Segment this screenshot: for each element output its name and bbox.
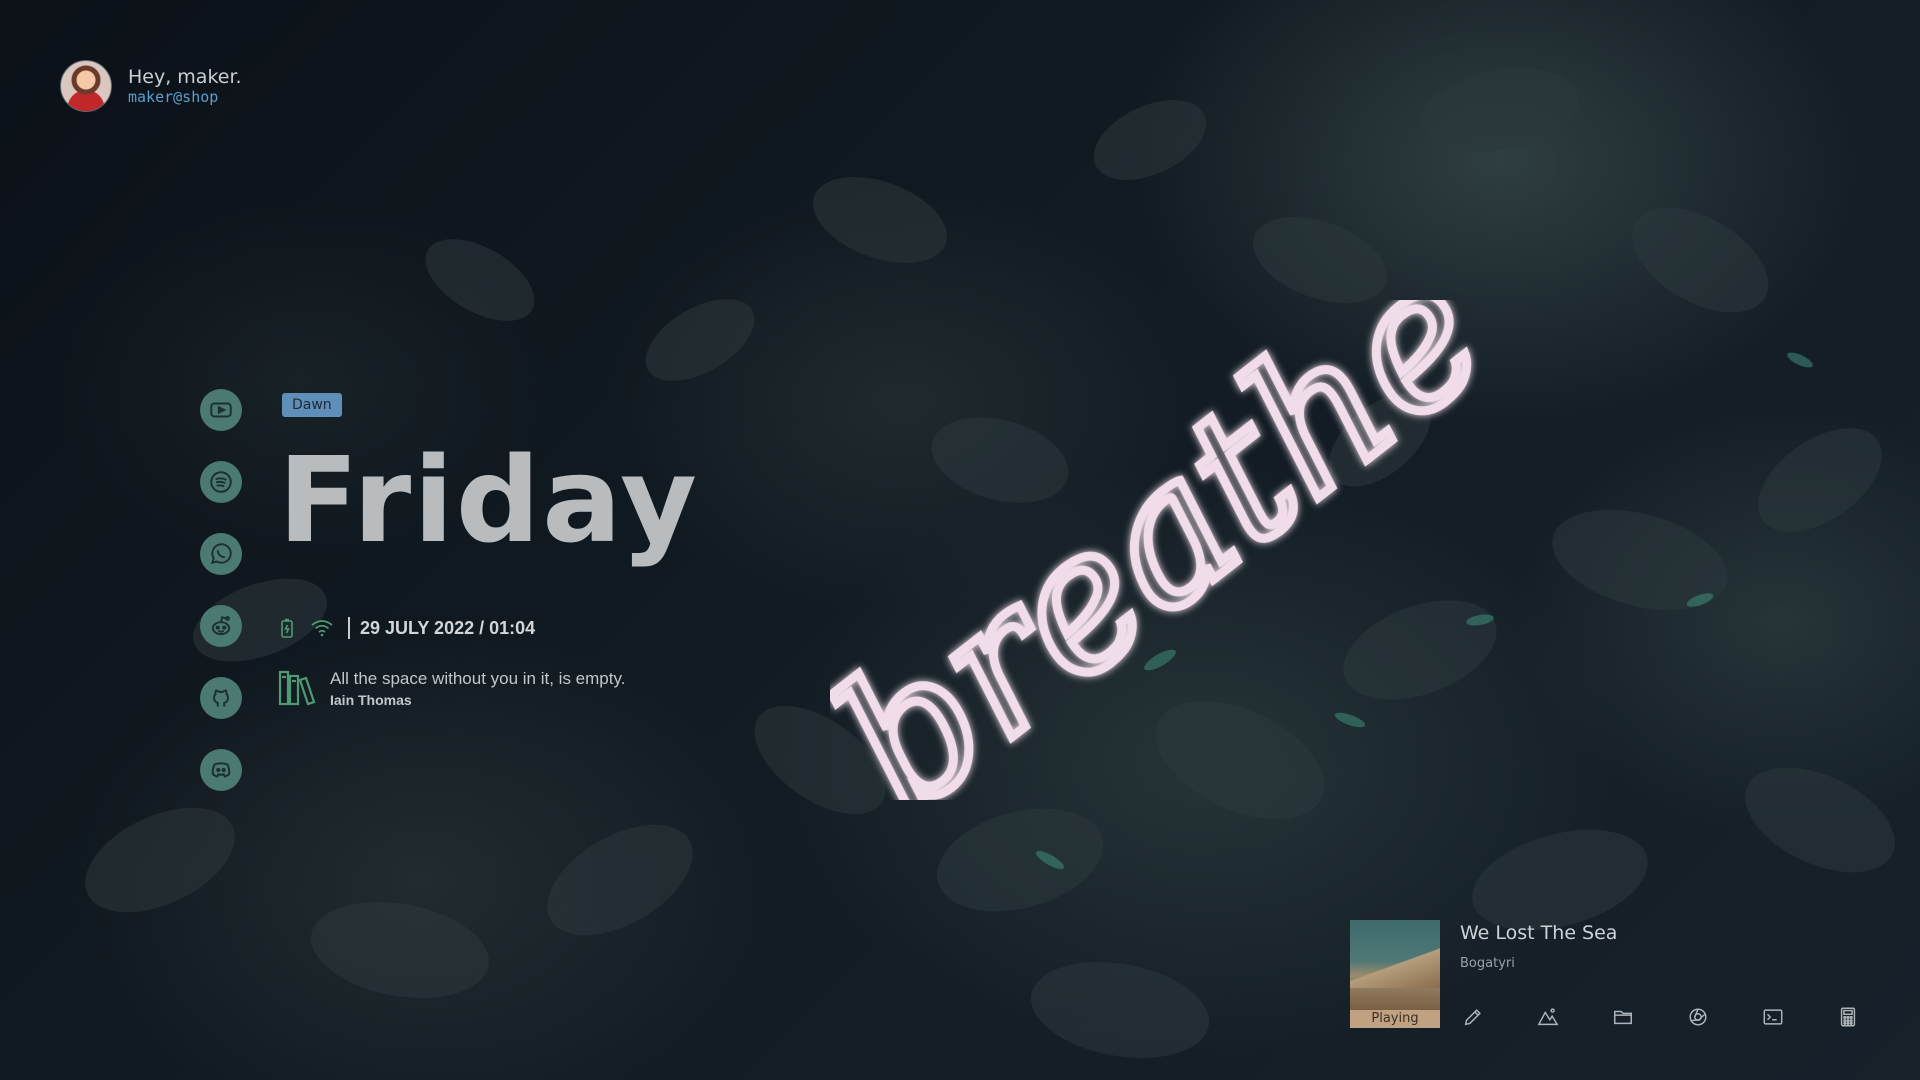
neon-word: breathe <box>830 300 1510 800</box>
quote-text: All the space without you in it, is empt… <box>330 669 626 688</box>
date-time: 29 JULY 2022 / 01:04 <box>360 617 536 638</box>
track-artist: Bogatyri <box>1460 956 1515 971</box>
app-launcher <box>200 389 242 821</box>
mountain-image-icon <box>1537 1008 1559 1026</box>
status-divider <box>348 617 350 639</box>
reddit-button[interactable] <box>200 605 242 647</box>
editor-button[interactable] <box>1460 1004 1486 1030</box>
greeting-block: Hey, maker. maker@shop <box>60 60 242 112</box>
wifi-icon <box>311 620 333 637</box>
day-title: Friday <box>278 431 700 569</box>
github-icon <box>212 689 230 707</box>
neon-sign: breathe <box>830 300 1510 800</box>
username: maker@shop <box>128 88 219 106</box>
discord-icon <box>211 762 231 778</box>
files-button[interactable] <box>1610 1004 1636 1030</box>
quote-author: Iain Thomas <box>330 692 412 708</box>
pencil-icon <box>1464 1009 1481 1026</box>
avatar[interactable] <box>60 60 112 112</box>
time-of-day-badge: Dawn <box>282 393 342 417</box>
discord-button[interactable] <box>200 749 242 791</box>
track-title: We Lost The Sea <box>1460 922 1618 944</box>
album-cover[interactable] <box>1350 920 1440 1010</box>
battery-icon <box>281 618 293 638</box>
books-icon <box>278 670 316 706</box>
whatsapp-button[interactable] <box>200 533 242 575</box>
status-row: 29 JULY 2022 / 01:04 <box>280 617 535 639</box>
calculator-icon <box>1840 1007 1856 1027</box>
browser-icon <box>1689 1008 1707 1026</box>
youtube-button[interactable] <box>200 389 242 431</box>
folder-icon <box>1614 1010 1632 1025</box>
github-button[interactable] <box>200 677 242 719</box>
browser-button[interactable] <box>1685 1004 1711 1030</box>
greeting-title: Hey, maker. <box>128 66 242 88</box>
spotify-icon <box>210 471 232 493</box>
youtube-icon <box>210 402 232 418</box>
terminal-icon <box>1763 1009 1783 1025</box>
image-viewer-button[interactable] <box>1535 1004 1561 1030</box>
terminal-button[interactable] <box>1760 1004 1786 1030</box>
quote-block: All the space without you in it, is empt… <box>278 668 625 710</box>
playback-status[interactable]: Playing <box>1350 1010 1440 1028</box>
spotify-button[interactable] <box>200 461 242 503</box>
reddit-icon <box>211 616 231 636</box>
calculator-button[interactable] <box>1835 1004 1861 1030</box>
desktop: Hey, maker. maker@shop Dawn Friday 29 JU… <box>0 0 1920 1080</box>
dock <box>1460 1004 1861 1030</box>
whatsapp-icon <box>210 543 232 564</box>
